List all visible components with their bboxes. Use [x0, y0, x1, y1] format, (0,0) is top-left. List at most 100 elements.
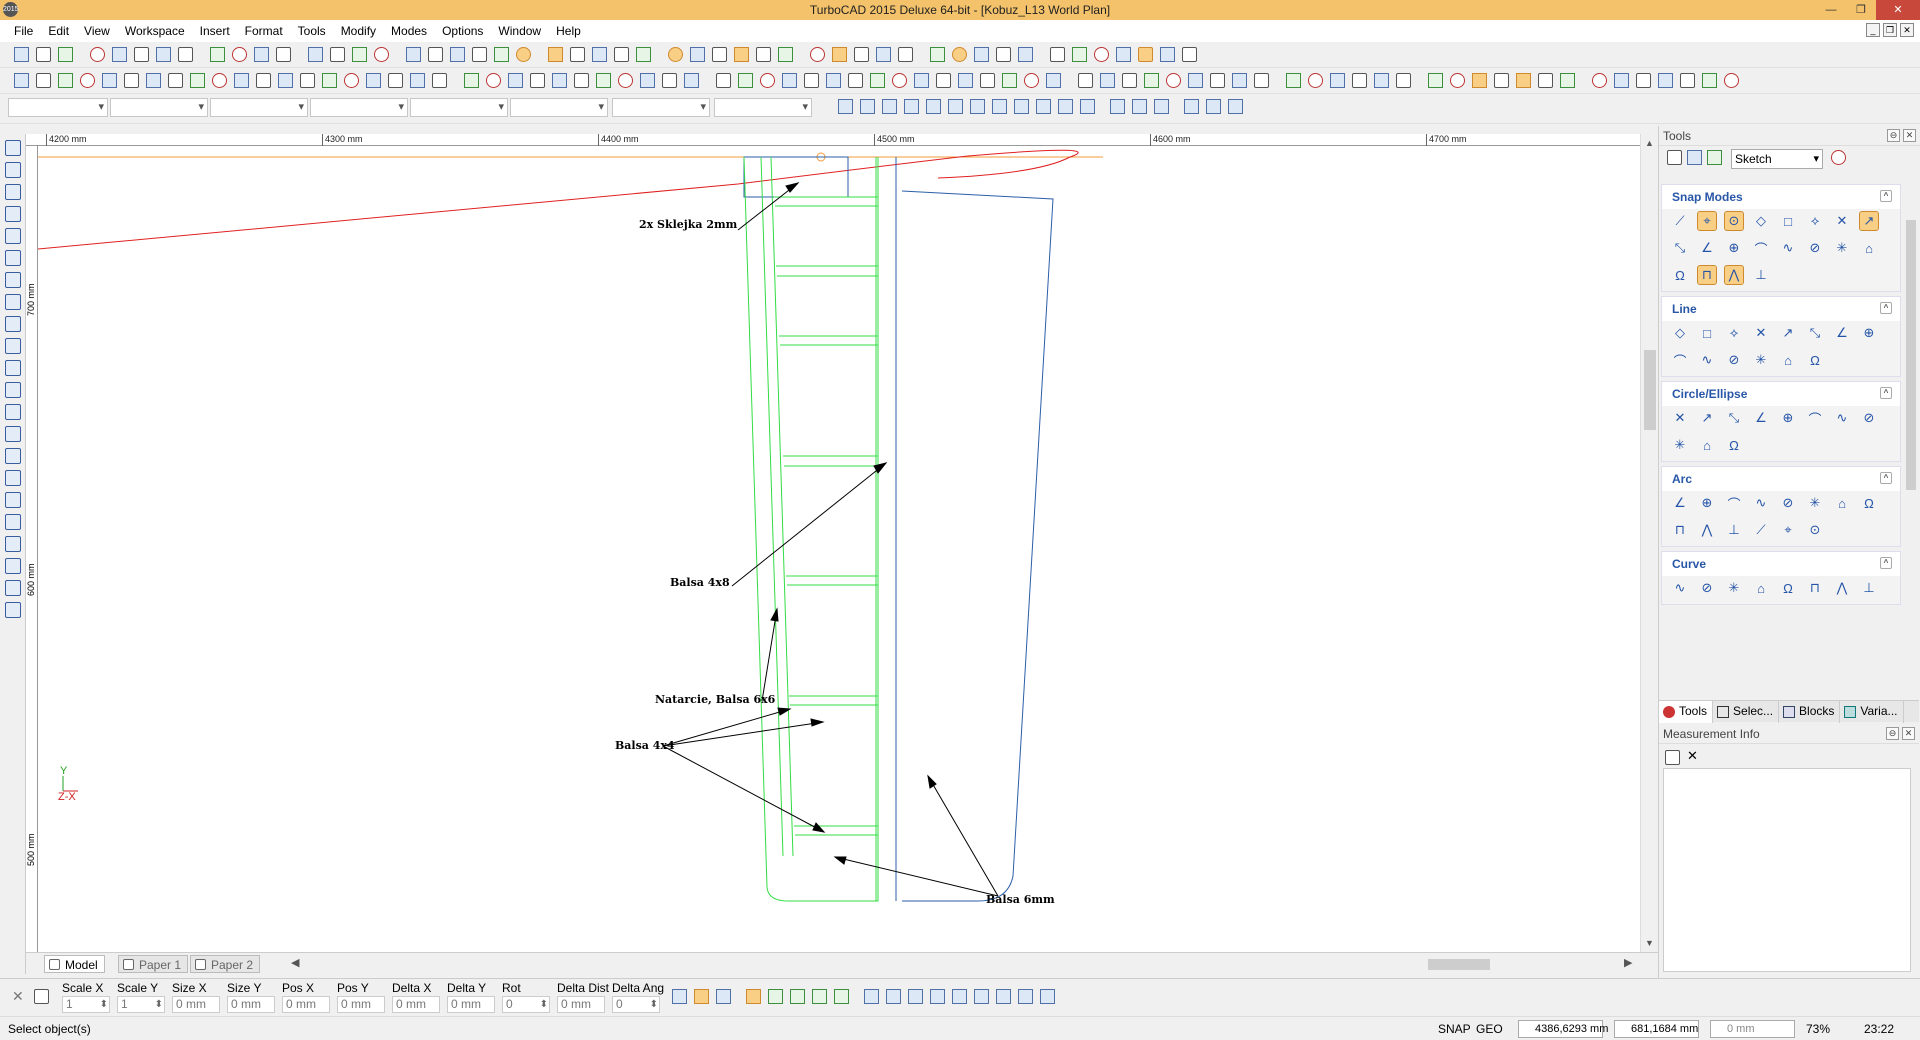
tool-icon[interactable]: ⊘	[1778, 493, 1798, 513]
palette-tool-icon[interactable]	[5, 294, 21, 310]
tool-icon[interactable]: ⟋	[1670, 211, 1690, 231]
toolbar-tool-icon[interactable]	[156, 47, 171, 62]
palette-tool-icon[interactable]	[5, 316, 21, 332]
close-button[interactable]: ✕	[1876, 0, 1920, 20]
tool-icon[interactable]: ∿	[1832, 408, 1852, 428]
palette-tool-icon[interactable]	[5, 140, 21, 156]
toolbar-tool-icon[interactable]	[848, 73, 863, 88]
tool-icon[interactable]: ↗	[1697, 408, 1717, 428]
tab-tools[interactable]: Tools	[1659, 701, 1714, 723]
toolbar-tool-icon[interactable]	[548, 47, 563, 62]
app-icon[interactable]: 2015	[3, 2, 19, 17]
menu-options[interactable]: Options	[442, 24, 483, 38]
annotation-plywood[interactable]: 2x Sklejka 2mm	[639, 218, 737, 231]
inspector-tool-icon[interactable]	[694, 989, 709, 1004]
toolbar-tool-icon[interactable]	[1078, 73, 1093, 88]
snap-tool-icon[interactable]	[838, 99, 853, 114]
linestyle-combo[interactable]	[210, 98, 308, 117]
toolbar-tool-icon[interactable]	[234, 73, 249, 88]
toolbar-tool-icon[interactable]	[210, 47, 225, 62]
inspector-tool-icon[interactable]	[886, 989, 901, 1004]
toolbar-tool-icon[interactable]	[1472, 73, 1487, 88]
tool-icon[interactable]: ⊓	[1697, 265, 1717, 285]
toolbar-tool-icon[interactable]	[1072, 47, 1087, 62]
inspector-tool-icon[interactable]	[768, 989, 783, 1004]
toolbar-tool-icon[interactable]	[1050, 47, 1065, 62]
tool-icon[interactable]: ∿	[1778, 238, 1798, 258]
close-icon[interactable]: ✕	[1903, 129, 1916, 142]
annotation-balsa-4x4[interactable]: Balsa 4x4	[615, 739, 675, 752]
scroll-thumb[interactable]	[1644, 350, 1656, 430]
toolbar-tool-icon[interactable]	[1560, 73, 1575, 88]
snap-indicator[interactable]: SNAP	[1438, 1022, 1471, 1036]
toolbar-tool-icon[interactable]	[958, 73, 973, 88]
tool-icon[interactable]: ⤡	[1724, 408, 1744, 428]
tool-icon[interactable]: □	[1697, 323, 1717, 343]
style-combo[interactable]	[612, 98, 710, 117]
toolbar-tool-icon[interactable]	[684, 73, 699, 88]
toolbar-tool-icon[interactable]	[276, 47, 291, 62]
toolbar-tool-icon[interactable]	[432, 73, 447, 88]
toolbar-tool-icon[interactable]	[1308, 73, 1323, 88]
tool-group-header[interactable]: Circle/Ellipse ^	[1662, 382, 1900, 406]
tool-icon[interactable]: ∠	[1670, 493, 1690, 513]
toolbar-tool-icon[interactable]	[974, 47, 989, 62]
inspector-tool-icon[interactable]	[996, 989, 1011, 1004]
menu-modes[interactable]: Modes	[391, 24, 427, 38]
inspector-field-input[interactable]: 0 mm	[557, 996, 605, 1013]
palette-tool-icon[interactable]	[5, 492, 21, 508]
minimize-button[interactable]: —	[1816, 0, 1846, 20]
toolbar-tool-icon[interactable]	[712, 47, 727, 62]
lineweight-combo[interactable]	[310, 98, 408, 117]
toolbar-tool-icon[interactable]	[870, 73, 885, 88]
palette-tool-icon[interactable]	[5, 536, 21, 552]
toolbar-tool-icon[interactable]	[190, 73, 205, 88]
layer-combo[interactable]	[8, 98, 108, 117]
palette-tool-icon[interactable]	[5, 272, 21, 288]
snap-tool-icon[interactable]	[1228, 99, 1243, 114]
tool-icon[interactable]: ◇	[1751, 211, 1771, 231]
palette-tool-icon[interactable]	[5, 470, 21, 486]
inspector-tool-icon[interactable]	[974, 989, 989, 1004]
collapse-chevron-icon[interactable]: ^	[1880, 472, 1892, 484]
palette-tool-icon[interactable]	[5, 580, 21, 596]
tool-icon[interactable]: ✕	[1751, 323, 1771, 343]
toolbar-tool-icon[interactable]	[278, 73, 293, 88]
inspector-field-input[interactable]: 0	[612, 996, 660, 1013]
tool-icon[interactable]: ↗	[1859, 211, 1879, 231]
tool-icon[interactable]: ⊕	[1724, 238, 1744, 258]
inspector-tool-icon[interactable]	[716, 989, 731, 1004]
snap-tool-icon[interactable]	[1014, 99, 1029, 114]
menu-file[interactable]: File	[14, 24, 33, 38]
palette-tool-icon[interactable]	[5, 558, 21, 574]
toolbar-tool-icon[interactable]	[1286, 73, 1301, 88]
tool-icon[interactable]: ⤡	[1670, 238, 1690, 258]
toolbar-tool-icon[interactable]	[36, 73, 51, 88]
palette-tool-icon[interactable]	[5, 360, 21, 376]
tool-icon[interactable]: ⊘	[1859, 408, 1879, 428]
scroll-down-icon[interactable]: ▼	[1645, 938, 1654, 948]
toolbar-tool-icon[interactable]	[782, 73, 797, 88]
palette-tool-icon[interactable]	[5, 206, 21, 222]
tab-selection[interactable]: Selec...	[1713, 701, 1780, 723]
tool-icon[interactable]: ⌒	[1670, 350, 1690, 370]
toolbar-tool-icon[interactable]	[102, 73, 117, 88]
toolbar-tool-icon[interactable]	[636, 47, 651, 62]
scroll-right-icon[interactable]: ▶	[1624, 956, 1632, 969]
toolbar-tool-icon[interactable]	[734, 47, 749, 62]
inspector-tool-icon[interactable]	[812, 989, 827, 1004]
palette-tool-icon[interactable]	[5, 426, 21, 442]
toolbar-tool-icon[interactable]	[134, 47, 149, 62]
toolbar-tool-icon[interactable]	[256, 73, 271, 88]
refresh-icon[interactable]	[1707, 150, 1722, 165]
tool-icon[interactable]: □	[1778, 211, 1798, 231]
toolbar-tool-icon[interactable]	[832, 47, 847, 62]
toolbar-tool-icon[interactable]	[300, 73, 315, 88]
tool-icon[interactable]: ✕	[1832, 211, 1852, 231]
inspector-tool-icon[interactable]	[952, 989, 967, 1004]
mode-select[interactable]: Sketch	[1731, 149, 1823, 169]
snap-tool-icon[interactable]	[1080, 99, 1095, 114]
tool-icon[interactable]: ↗	[1778, 323, 1798, 343]
tool-icon[interactable]: Ω	[1805, 350, 1825, 370]
toolbar-tool-icon[interactable]	[980, 73, 995, 88]
